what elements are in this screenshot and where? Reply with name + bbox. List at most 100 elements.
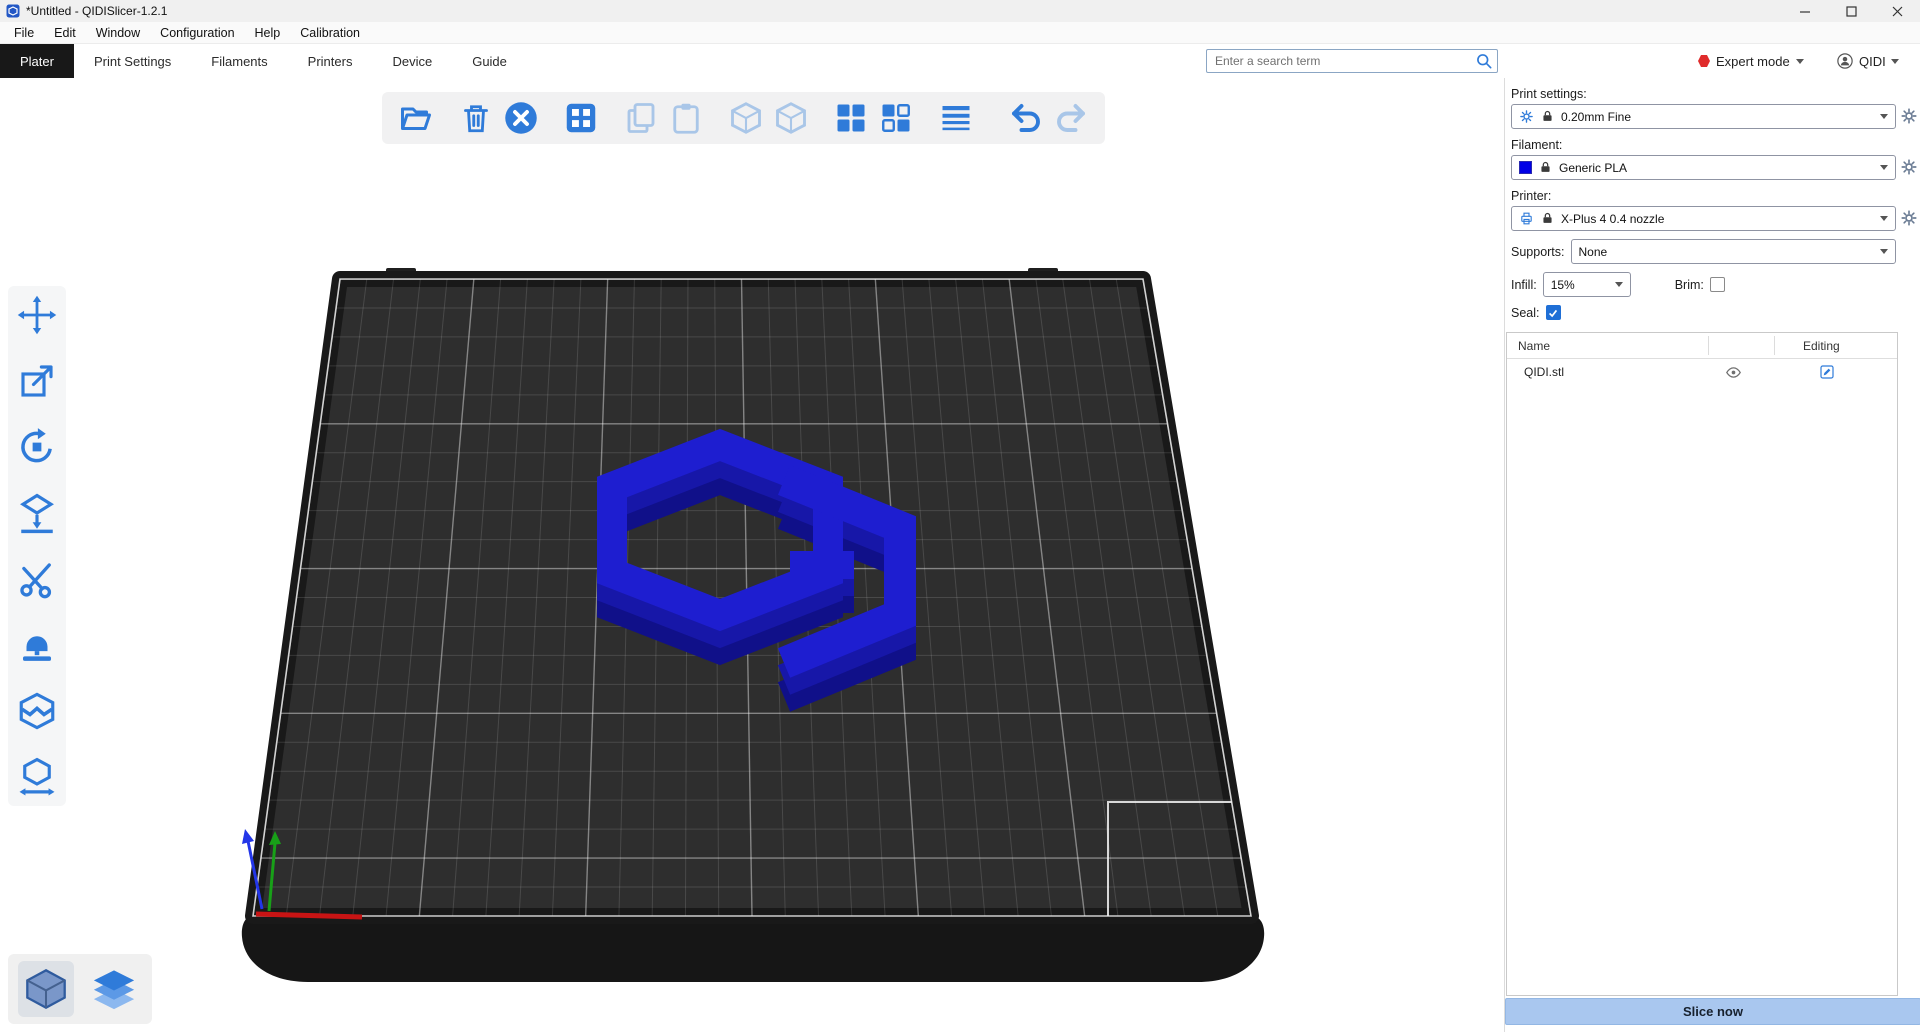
printer-value: X-Plus 4 0.4 nozzle [1561, 212, 1664, 226]
column-divider [1708, 336, 1709, 355]
menu-file[interactable]: File [4, 22, 44, 43]
supports-label: Supports: [1511, 245, 1565, 259]
infill-value: 15% [1551, 278, 1575, 292]
slice-now-button[interactable]: Slice now [1505, 998, 1920, 1025]
move-icon[interactable] [16, 294, 58, 336]
app-icon [6, 4, 20, 18]
menu-help[interactable]: Help [245, 22, 291, 43]
chevron-down-icon [1880, 216, 1888, 221]
delete-all-icon[interactable] [503, 100, 539, 136]
filament-combo[interactable]: Generic PLA [1511, 155, 1896, 180]
chevron-down-icon [1880, 165, 1888, 170]
chevron-down-icon [1615, 282, 1623, 287]
open-file-icon[interactable] [398, 100, 434, 136]
undo-icon[interactable] [1008, 100, 1044, 136]
tab-bar: Plater Print Settings Filaments Printers… [0, 44, 1920, 78]
gear-icon [1519, 109, 1534, 124]
3d-viewport[interactable] [0, 78, 1504, 1032]
search-input[interactable] [1206, 49, 1498, 73]
printer-icon [1519, 211, 1534, 226]
add-instance-icon[interactable] [728, 100, 764, 136]
close-button[interactable] [1874, 0, 1920, 22]
user-icon [1836, 52, 1854, 70]
menu-bar: File Edit Window Configuration Help Cali… [0, 22, 1920, 44]
maximize-icon [1846, 6, 1857, 17]
window-title: *Untitled - QIDISlicer-1.2.1 [26, 4, 167, 18]
column-name: Name [1507, 339, 1550, 353]
column-editing: Editing [1803, 339, 1840, 353]
object-list-header: Name Editing [1507, 333, 1897, 359]
menu-window[interactable]: Window [86, 22, 150, 43]
account-label: QIDI [1859, 54, 1886, 69]
tab-device[interactable]: Device [372, 44, 452, 78]
tab-printers[interactable]: Printers [288, 44, 373, 78]
delete-icon[interactable] [458, 100, 494, 136]
menu-edit[interactable]: Edit [44, 22, 86, 43]
mode-selector[interactable]: Expert mode [1698, 44, 1804, 78]
paste-icon[interactable] [668, 100, 704, 136]
brim-checkbox[interactable] [1710, 277, 1725, 292]
infill-label: Infill: [1511, 278, 1537, 292]
place-on-face-icon[interactable] [16, 492, 58, 534]
manipulation-toolbar [8, 286, 66, 806]
menu-configuration[interactable]: Configuration [150, 22, 244, 43]
seal-checkbox[interactable] [1546, 305, 1561, 320]
account-menu[interactable]: QIDI [1836, 44, 1899, 78]
tab-plater[interactable]: Plater [0, 44, 74, 78]
filament-value: Generic PLA [1559, 161, 1627, 175]
split-to-parts-icon[interactable] [878, 100, 914, 136]
variable-layer-height-icon[interactable] [938, 100, 974, 136]
3d-editor-view-icon[interactable] [18, 961, 74, 1017]
print-settings-combo[interactable]: 0.20mm Fine [1511, 104, 1896, 129]
remove-instance-icon[interactable] [773, 100, 809, 136]
visibility-eye-icon[interactable] [1725, 364, 1742, 381]
scale-icon[interactable] [16, 360, 58, 402]
paint-supports-icon[interactable] [16, 624, 58, 666]
rotate-icon[interactable] [16, 426, 58, 468]
preview-view-icon[interactable] [86, 961, 142, 1017]
chevron-down-icon [1880, 249, 1888, 254]
tab-guide[interactable]: Guide [452, 44, 527, 78]
maximize-button[interactable] [1828, 0, 1874, 22]
printer-combo[interactable]: X-Plus 4 0.4 nozzle [1511, 206, 1896, 231]
close-icon [1892, 6, 1903, 17]
build-plate [190, 265, 1340, 1010]
seal-label: Seal: [1511, 306, 1540, 320]
print-settings-value: 0.20mm Fine [1561, 110, 1631, 124]
split-to-objects-icon[interactable] [833, 100, 869, 136]
infill-combo[interactable]: 15% [1543, 272, 1631, 297]
viewport-toolbar [382, 92, 1105, 144]
cut-icon[interactable] [16, 558, 58, 600]
filament-color-swatch [1519, 161, 1532, 174]
copy-icon[interactable] [623, 100, 659, 136]
menu-calibration[interactable]: Calibration [290, 22, 370, 43]
settings-sidebar: Print settings: 0.20mm Fine Filament: [1504, 78, 1920, 1032]
chevron-down-icon [1880, 114, 1888, 119]
measure-icon[interactable] [16, 756, 58, 798]
printer-gear-icon[interactable] [1900, 209, 1918, 227]
title-bar: *Untitled - QIDISlicer-1.2.1 [0, 0, 1920, 22]
minimize-button[interactable] [1782, 0, 1828, 22]
check-icon [1547, 307, 1559, 319]
filament-label: Filament: [1511, 138, 1920, 152]
seam-painting-icon[interactable] [16, 690, 58, 732]
minimize-icon [1800, 6, 1811, 17]
editing-icon[interactable] [1819, 364, 1835, 380]
object-row[interactable]: QIDI.stl [1507, 359, 1897, 385]
tab-print-settings[interactable]: Print Settings [74, 44, 191, 78]
mode-label: Expert mode [1716, 54, 1790, 69]
chevron-down-icon [1796, 59, 1804, 64]
column-divider [1774, 336, 1775, 355]
supports-combo[interactable]: None [1571, 239, 1896, 264]
chevron-down-icon [1891, 59, 1899, 64]
lock-icon [1538, 160, 1553, 175]
print-settings-gear-icon[interactable] [1900, 107, 1918, 125]
print-settings-label: Print settings: [1511, 87, 1920, 101]
brim-label: Brim: [1675, 278, 1704, 292]
arrange-icon[interactable] [563, 100, 599, 136]
tab-filaments[interactable]: Filaments [191, 44, 287, 78]
search-icon[interactable] [1474, 51, 1494, 71]
redo-icon[interactable] [1053, 100, 1089, 136]
filament-gear-icon[interactable] [1900, 158, 1918, 176]
object-list: Name Editing QIDI.stl [1506, 332, 1898, 996]
